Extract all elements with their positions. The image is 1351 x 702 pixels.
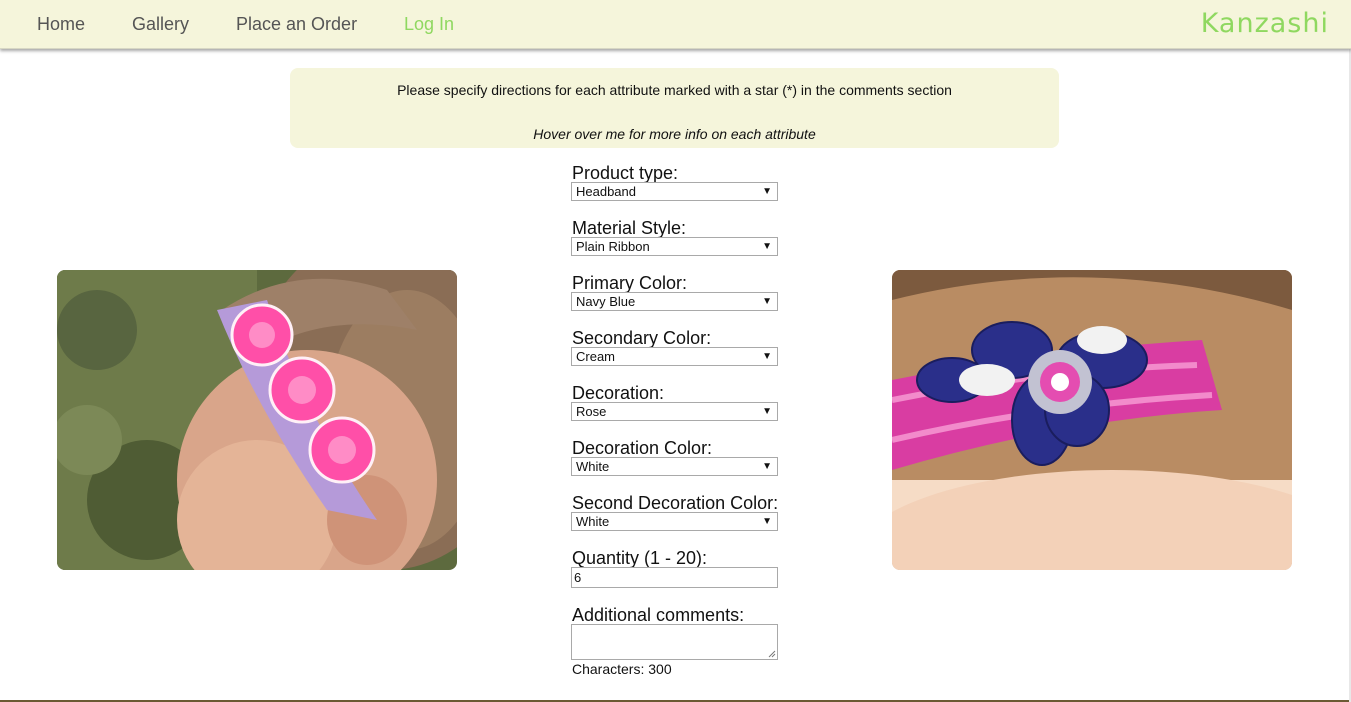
dropdown-arrow-icon: ▼ [762,186,772,197]
resize-handle-icon[interactable] [768,650,776,658]
decoration-value: Rose [576,404,607,419]
top-navbar: Home Gallery Place an Order Log In Kanza… [0,0,1351,49]
decoration-color-value: White [576,459,610,474]
primary-color-label: Primary Color: [572,273,688,293]
second-decoration-color-select[interactable]: White ▼ [571,512,778,531]
nav-login-link[interactable]: Log In [404,14,454,35]
info-instructions: Please specify directions for each attri… [397,82,952,98]
info-box[interactable]: Please specify directions for each attri… [290,68,1059,148]
nav-gallery-link[interactable]: Gallery [132,14,189,35]
material-style-value: Plain Ribbon [576,239,650,254]
secondary-color-select[interactable]: Cream ▼ [571,347,778,366]
nav-home-link[interactable]: Home [37,14,85,35]
comments-label: Additional comments: [572,605,745,625]
dropdown-arrow-icon: ▼ [762,461,772,472]
product-type-label: Product type: [572,163,679,183]
decoration-color-select[interactable]: White ▼ [571,457,778,476]
product-type-select[interactable]: Headband ▼ [571,182,778,201]
second-decoration-color-value: White [576,514,610,529]
nav-place-order-link[interactable]: Place an Order [236,14,357,35]
dropdown-arrow-icon: ▼ [762,241,772,252]
material-style-select[interactable]: Plain Ribbon ▼ [571,237,778,256]
primary-color-value: Navy Blue [576,294,636,309]
dropdown-arrow-icon: ▼ [762,351,772,362]
right-headband-photo [892,270,1292,570]
character-counter: Characters: 300 [572,661,672,677]
material-style-label: Material Style: [572,218,687,238]
quantity-input[interactable]: 6 [571,567,778,588]
second-decoration-color-label: Second Decoration Color: [572,493,779,513]
brand-logo: Kanzashi [1200,8,1329,39]
info-hover-hint: Hover over me for more info on each attr… [533,126,816,142]
product-type-value: Headband [576,184,636,199]
quantity-label: Quantity (1 - 20): [572,548,708,568]
secondary-color-label: Secondary Color: [572,328,712,348]
left-headband-photo [57,270,457,570]
comments-textarea[interactable] [571,624,778,660]
decoration-label: Decoration: [572,383,665,403]
secondary-color-value: Cream [576,349,616,364]
dropdown-arrow-icon: ▼ [762,406,772,417]
dropdown-arrow-icon: ▼ [762,516,772,527]
decoration-select[interactable]: Rose ▼ [571,402,778,421]
primary-color-select[interactable]: Navy Blue ▼ [571,292,778,311]
dropdown-arrow-icon: ▼ [762,296,772,307]
decoration-color-label: Decoration Color: [572,438,713,458]
